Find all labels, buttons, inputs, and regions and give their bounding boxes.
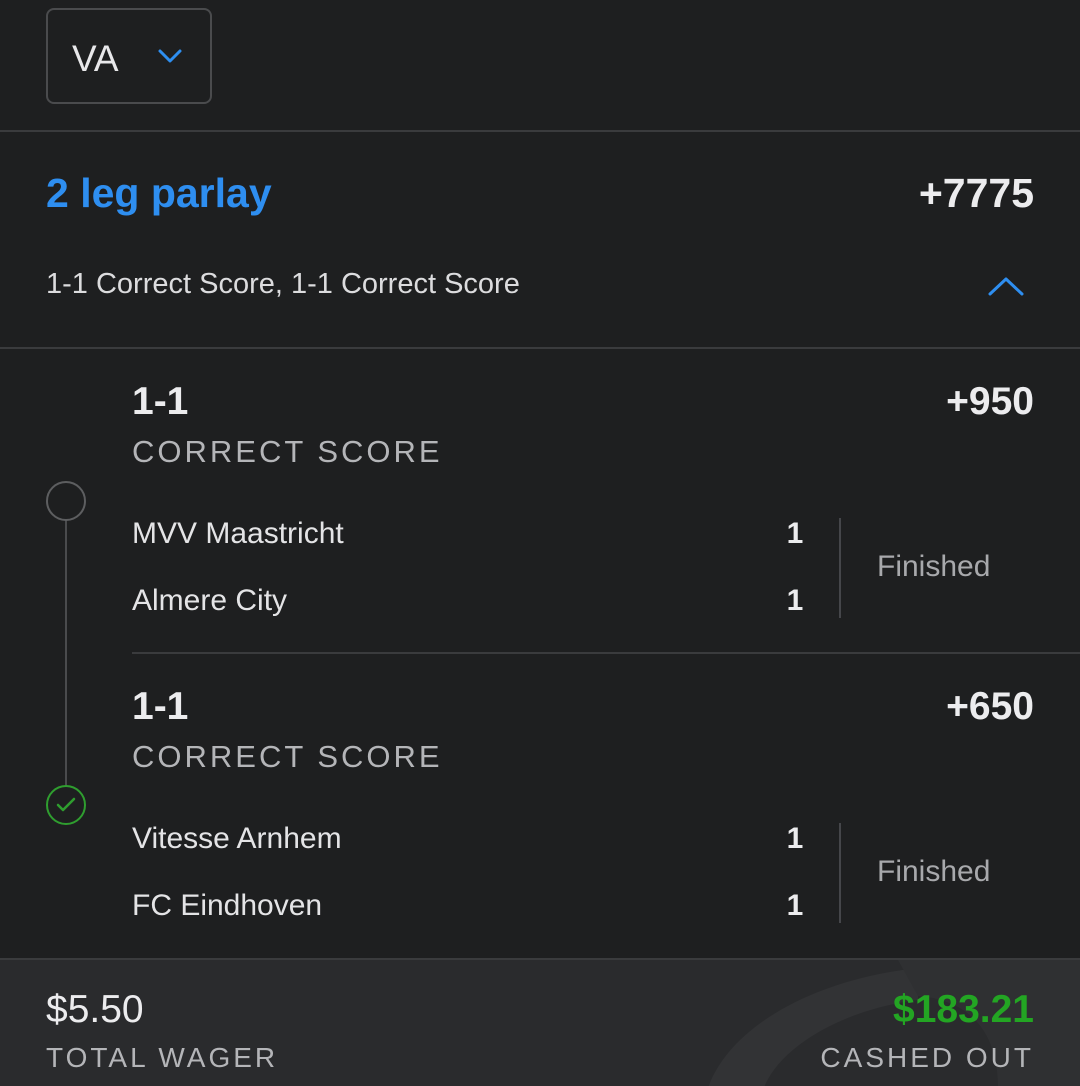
score-divider — [839, 823, 841, 923]
team-name: MVV Maastricht — [132, 517, 344, 550]
leg-timeline — [65, 520, 67, 786]
game-status: Finished — [877, 550, 991, 583]
cashed-out-label: CASHED OUT — [820, 1042, 1034, 1073]
team-name: Almere City — [132, 584, 288, 617]
legs-divider — [0, 347, 1080, 349]
bet-footer: $5.50 TOTAL WAGER $183.21 CASHED OUT — [0, 958, 1080, 1086]
leg-market: CORRECT SCORE — [132, 739, 443, 774]
check-circle-icon — [46, 785, 86, 825]
team-score: 1 — [786, 822, 804, 855]
leg-selection: 1-1 — [132, 685, 189, 728]
team-name: FC Eindhoven — [132, 889, 323, 922]
leg-divider — [132, 652, 1080, 654]
game-status: Finished — [877, 855, 991, 888]
team-score: 1 — [786, 889, 804, 922]
total-wager-label: TOTAL WAGER — [46, 1042, 279, 1073]
state-selector-value: VA — [72, 38, 119, 79]
leg-odds: +950 — [946, 380, 1034, 423]
leg-selection: 1-1 — [132, 380, 189, 423]
leg-market: CORRECT SCORE — [132, 434, 443, 469]
leg-odds: +650 — [946, 685, 1034, 728]
parlay-title[interactable]: 2 leg parlay — [46, 170, 272, 217]
team-score: 1 — [786, 584, 804, 617]
header-divider — [0, 130, 1080, 132]
parlay-odds: +7775 — [918, 170, 1034, 216]
cashed-out-amount: $183.21 — [893, 988, 1034, 1031]
total-wager-amount: $5.50 — [46, 988, 144, 1031]
collapse-legs-button[interactable] — [984, 270, 1028, 304]
score-divider — [839, 518, 841, 618]
empty-circle-icon — [46, 481, 86, 521]
team-name: Vitesse Arnhem — [132, 822, 342, 855]
team-score: 1 — [786, 517, 804, 550]
chevron-down-icon — [156, 46, 184, 66]
parlay-summary: 1-1 Correct Score, 1-1 Correct Score — [46, 268, 520, 300]
state-selector[interactable]: VA — [46, 8, 212, 104]
chevron-up-icon — [984, 277, 1028, 308]
